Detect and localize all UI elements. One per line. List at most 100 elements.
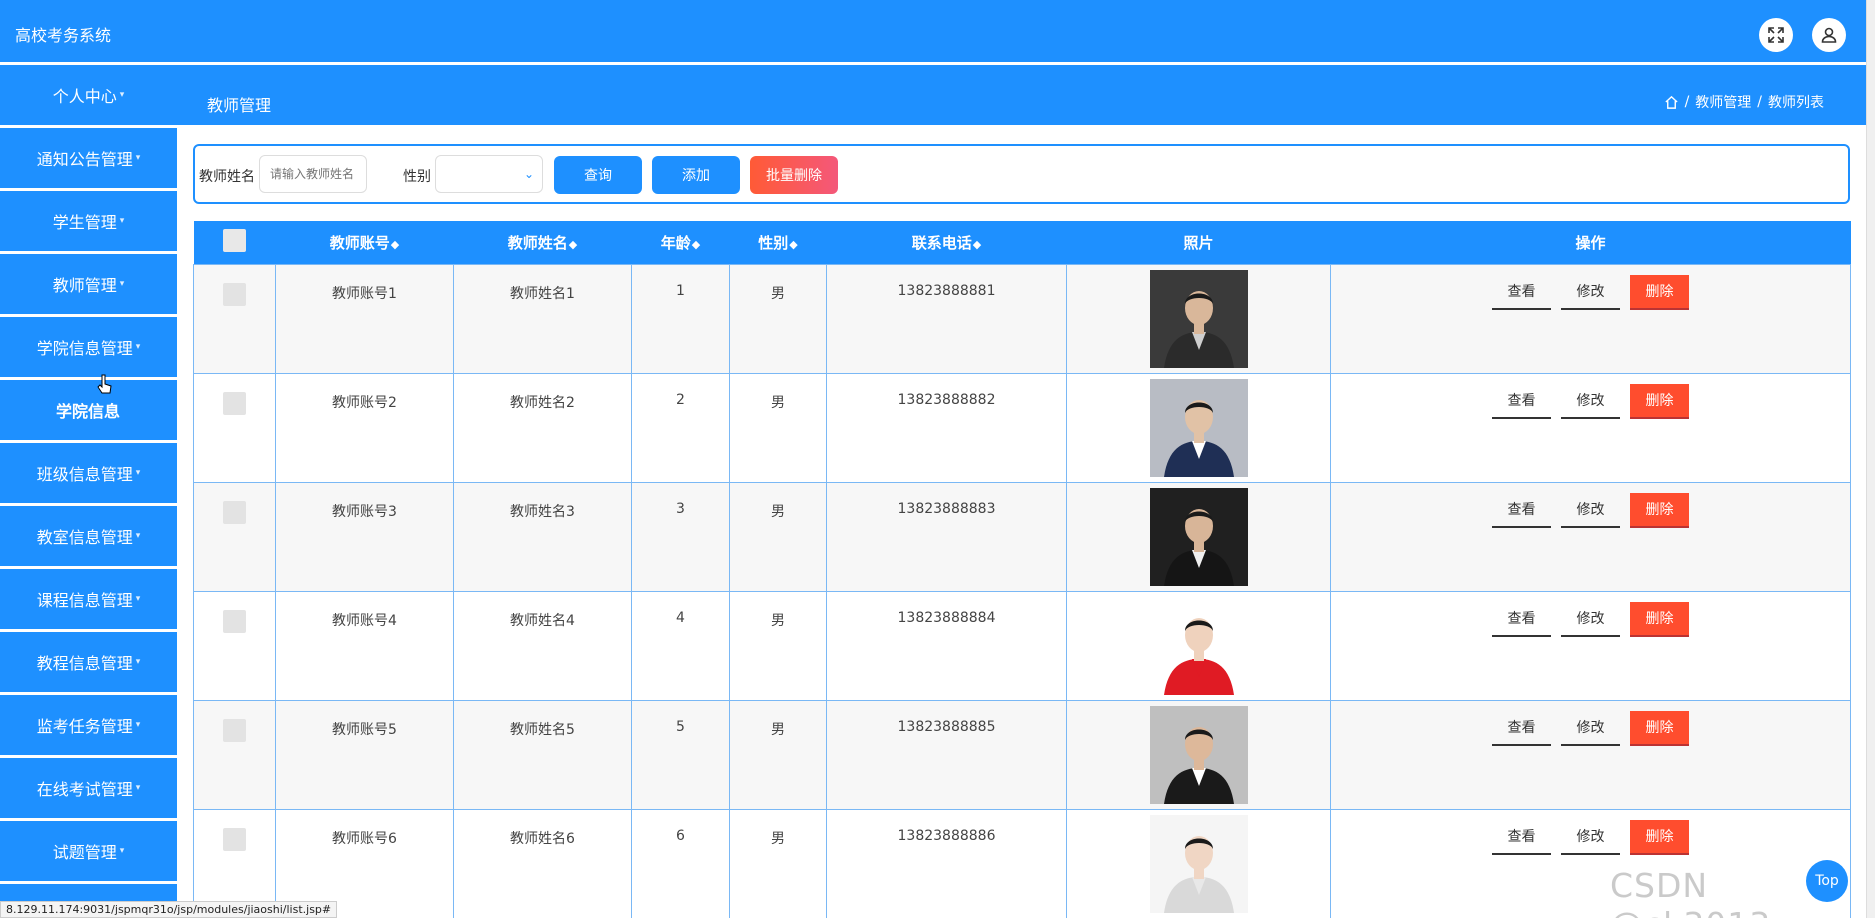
sidebar-item-proctor-tasks[interactable]: 监考任务管理 ▾	[0, 695, 177, 755]
column-header-phone[interactable]: 联系电话◆	[826, 221, 1067, 264]
portrait-image	[1149, 596, 1248, 695]
gender-label: 性别	[403, 169, 431, 185]
edit-button[interactable]: 修改	[1561, 602, 1620, 637]
sort-icon: ◆	[691, 237, 701, 251]
row-actions: 查看 修改 删除	[1331, 601, 1850, 637]
table-row: 教师账号6 教师姓名6 6 男 13823888886 查看 修改 删除	[193, 808, 1851, 918]
sort-icon: ◆	[972, 237, 982, 251]
row-checkbox[interactable]	[223, 500, 246, 524]
row-actions: 查看 修改 删除	[1331, 274, 1850, 310]
edit-button[interactable]: 修改	[1561, 711, 1620, 746]
teacher-photo	[1149, 487, 1248, 586]
watermark: CSDN @ck3013	[1610, 866, 1770, 918]
row-actions: 查看 修改 删除	[1331, 819, 1850, 855]
sidebar-item-course-info[interactable]: 课程信息管理 ▾	[0, 569, 177, 629]
batch-delete-button[interactable]: 批量删除	[750, 156, 838, 194]
breadcrumb-item[interactable]: 教师管理	[1695, 92, 1751, 112]
sidebar-item-class-info[interactable]: 班级信息管理 ▾	[0, 443, 177, 503]
delete-button[interactable]: 删除	[1630, 383, 1689, 419]
row-checkbox[interactable]	[223, 609, 246, 633]
cell-phone: 13823888884	[826, 590, 1067, 701]
sidebar-item-college-management[interactable]: 学院信息管理 ▾	[0, 317, 177, 377]
sort-icon: ◆	[390, 237, 400, 251]
teacher-table: 教师账号◆ 教师姓名◆ 年龄◆ 性别◆ 联系电话◆ 照片 操作 教师账号1 教师姓…	[193, 221, 1851, 918]
fullscreen-button[interactable]	[1759, 18, 1793, 52]
edit-button[interactable]: 修改	[1561, 384, 1620, 419]
delete-button[interactable]: 删除	[1630, 492, 1689, 528]
teacher-photo	[1149, 596, 1248, 695]
delete-button[interactable]: 删除	[1630, 819, 1689, 855]
view-button[interactable]: 查看	[1492, 602, 1551, 637]
cell-age: 1	[631, 263, 730, 374]
table-row: 教师账号3 教师姓名3 3 男 13823888883 查看 修改 删除	[193, 481, 1851, 592]
delete-button[interactable]: 删除	[1630, 274, 1689, 310]
caret-down-icon: ▾	[119, 90, 125, 100]
row-actions: 查看 修改 删除	[1331, 710, 1850, 746]
column-header-actions: 操作	[1330, 221, 1851, 264]
delete-button[interactable]: 删除	[1630, 710, 1689, 746]
cell-age: 2	[631, 372, 730, 483]
query-button[interactable]: 查询	[554, 156, 642, 194]
view-button[interactable]: 查看	[1492, 275, 1551, 310]
add-button[interactable]: 添加	[652, 156, 740, 194]
cell-phone: 13823888882	[826, 372, 1067, 483]
cell-account: 教师账号1	[275, 263, 454, 374]
sidebar-item-teachers[interactable]: 教师管理 ▾	[0, 254, 177, 314]
table-row: 教师账号2 教师姓名2 2 男 13823888882 查看 修改 删除	[193, 372, 1851, 483]
home-icon[interactable]	[1664, 95, 1679, 110]
column-header-account[interactable]: 教师账号◆	[275, 221, 454, 264]
row-checkbox[interactable]	[223, 282, 246, 306]
row-checkbox[interactable]	[223, 718, 246, 742]
sidebar-item-notice[interactable]: 通知公告管理 ▾	[0, 128, 177, 188]
search-panel: 教师姓名 性别 ⌄ 查询 添加 批量删除	[193, 144, 1850, 204]
cell-gender: 男	[729, 263, 827, 374]
cell-gender: 男	[729, 808, 827, 918]
table-row: 教师账号1 教师姓名1 1 男 13823888881 查看 修改 删除	[193, 263, 1851, 374]
caret-down-icon: ▾	[119, 846, 125, 856]
cell-account: 教师账号5	[275, 699, 454, 810]
edit-button[interactable]: 修改	[1561, 493, 1620, 528]
column-header-age[interactable]: 年龄◆	[631, 221, 730, 264]
fullscreen-icon	[1768, 27, 1784, 43]
browser-status-bar: 8.129.11.174:9031/jspmqr31o/jsp/modules/…	[0, 901, 338, 918]
delete-button[interactable]: 删除	[1630, 601, 1689, 637]
cell-account: 教师账号2	[275, 372, 454, 483]
caret-down-icon: ▾	[135, 342, 141, 352]
view-button[interactable]: 查看	[1492, 711, 1551, 746]
cell-name: 教师姓名6	[453, 808, 632, 918]
row-checkbox[interactable]	[223, 827, 246, 851]
select-all-checkbox[interactable]	[223, 228, 246, 252]
view-button[interactable]: 查看	[1492, 493, 1551, 528]
user-button[interactable]	[1812, 18, 1846, 52]
view-button[interactable]: 查看	[1492, 820, 1551, 855]
sidebar-item-personal-center[interactable]: 个人中心 ▾	[0, 65, 177, 125]
edit-button[interactable]: 修改	[1561, 820, 1620, 855]
sidebar-item-classroom-info[interactable]: 教室信息管理 ▾	[0, 506, 177, 566]
scrollbar[interactable]	[1866, 0, 1875, 918]
cell-name: 教师姓名5	[453, 699, 632, 810]
caret-down-icon: ▾	[135, 657, 141, 667]
gender-select[interactable]: ⌄	[435, 155, 543, 193]
teacher-photo	[1149, 378, 1248, 477]
view-button[interactable]: 查看	[1492, 384, 1551, 419]
row-checkbox[interactable]	[223, 391, 246, 415]
sidebar-subitem-college-info[interactable]: 学院信息	[0, 380, 177, 440]
sidebar-item-questions[interactable]: 试题管理 ▾	[0, 821, 177, 881]
column-header-name[interactable]: 教师姓名◆	[453, 221, 632, 264]
cell-phone: 13823888881	[826, 263, 1067, 374]
portrait-image	[1149, 378, 1248, 477]
column-header-gender[interactable]: 性别◆	[729, 221, 827, 264]
caret-down-icon: ▾	[135, 153, 141, 163]
edit-button[interactable]: 修改	[1561, 275, 1620, 310]
caret-down-icon: ▾	[119, 279, 125, 289]
sidebar-item-online-exam[interactable]: 在线考试管理 ▾	[0, 758, 177, 818]
teacher-name-input[interactable]	[259, 155, 367, 193]
sidebar-item-students[interactable]: 学生管理 ▾	[0, 191, 177, 251]
user-icon	[1821, 27, 1837, 43]
top-header: 高校考务系统	[0, 0, 1866, 62]
sort-icon: ◆	[568, 237, 578, 251]
sidebar-item-tutorial-info[interactable]: 教程信息管理 ▾	[0, 632, 177, 692]
table-row: 教师账号4 教师姓名4 4 男 13823888884 查看 修改 删除	[193, 590, 1851, 701]
portrait-image	[1149, 487, 1248, 586]
cell-account: 教师账号4	[275, 590, 454, 701]
